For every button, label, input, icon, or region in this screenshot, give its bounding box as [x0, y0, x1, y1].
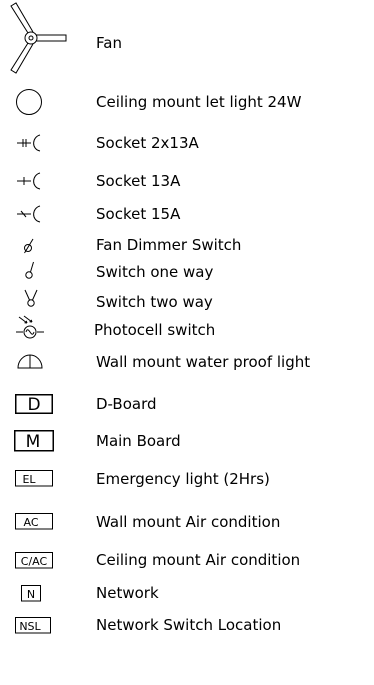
legend-label-ceiling-air-condition: Ceiling mount Air condition — [96, 551, 301, 569]
legend-label-d-board: D-Board — [96, 395, 157, 413]
legend-label-wall-air-condition: Wall mount Air condition — [96, 513, 281, 531]
network-box-text: N — [27, 588, 35, 601]
fan-dimmer-switch-symbol-icon — [22, 236, 36, 254]
switch-one-way-symbol-icon — [24, 260, 38, 280]
legend-label-wall-waterproof-light: Wall mount water proof light — [96, 353, 311, 371]
socket-13a-symbol-icon — [16, 172, 42, 190]
switch-two-way-symbol-icon — [23, 288, 39, 308]
ceiling-air-condition-symbol-icon: C/AC — [15, 552, 53, 569]
d-board-box-text: D — [27, 395, 40, 415]
ceiling-light-symbol-icon — [15, 88, 43, 116]
wall-air-condition-symbol-icon: AC — [15, 513, 53, 530]
wall-waterproof-light-symbol-icon — [16, 351, 44, 371]
socket-2x13a-symbol-icon — [16, 134, 42, 152]
legend-label-photocell-switch: Photocell switch — [94, 321, 216, 339]
network-switch-location-box-text: NSL — [19, 620, 41, 633]
legend-label-fan: Fan — [96, 34, 122, 52]
legend-label-switch-one-way: Switch one way — [96, 263, 214, 281]
ceiling-air-condition-box-text: C/AC — [21, 555, 48, 568]
legend-label-network: Network — [96, 584, 159, 602]
photocell-switch-symbol-icon — [15, 315, 45, 339]
legend-label-main-board: Main Board — [96, 432, 181, 450]
main-board-box-text: M — [26, 432, 41, 452]
wall-air-condition-box-text: AC — [23, 516, 38, 529]
legend-label-ceiling-light: Ceiling mount let light 24W — [96, 93, 302, 111]
main-board-symbol-icon: M — [14, 430, 54, 452]
electrical-symbol-legend: Fan Ceiling mount let light 24W Socket 2… — [0, 0, 374, 685]
network-symbol-icon: N — [21, 585, 41, 602]
legend-label-switch-two-way: Switch two way — [96, 293, 213, 311]
legend-label-fan-dimmer-switch: Fan Dimmer Switch — [96, 236, 242, 254]
network-switch-location-symbol-icon: NSL — [15, 617, 51, 634]
emergency-light-symbol-icon: EL — [15, 470, 53, 487]
emergency-light-box-text: EL — [22, 473, 36, 486]
fan-symbol-icon — [8, 2, 72, 74]
socket-15a-symbol-icon — [16, 205, 42, 223]
legend-label-socket-15a: Socket 15A — [96, 205, 181, 223]
d-board-symbol-icon: D — [15, 394, 53, 415]
legend-label-emergency-light: Emergency light (2Hrs) — [96, 470, 270, 488]
legend-label-socket-13a: Socket 13A — [96, 172, 181, 190]
legend-label-network-switch-location: Network Switch Location — [96, 616, 282, 634]
legend-label-socket-2x13a: Socket 2x13A — [96, 134, 199, 152]
